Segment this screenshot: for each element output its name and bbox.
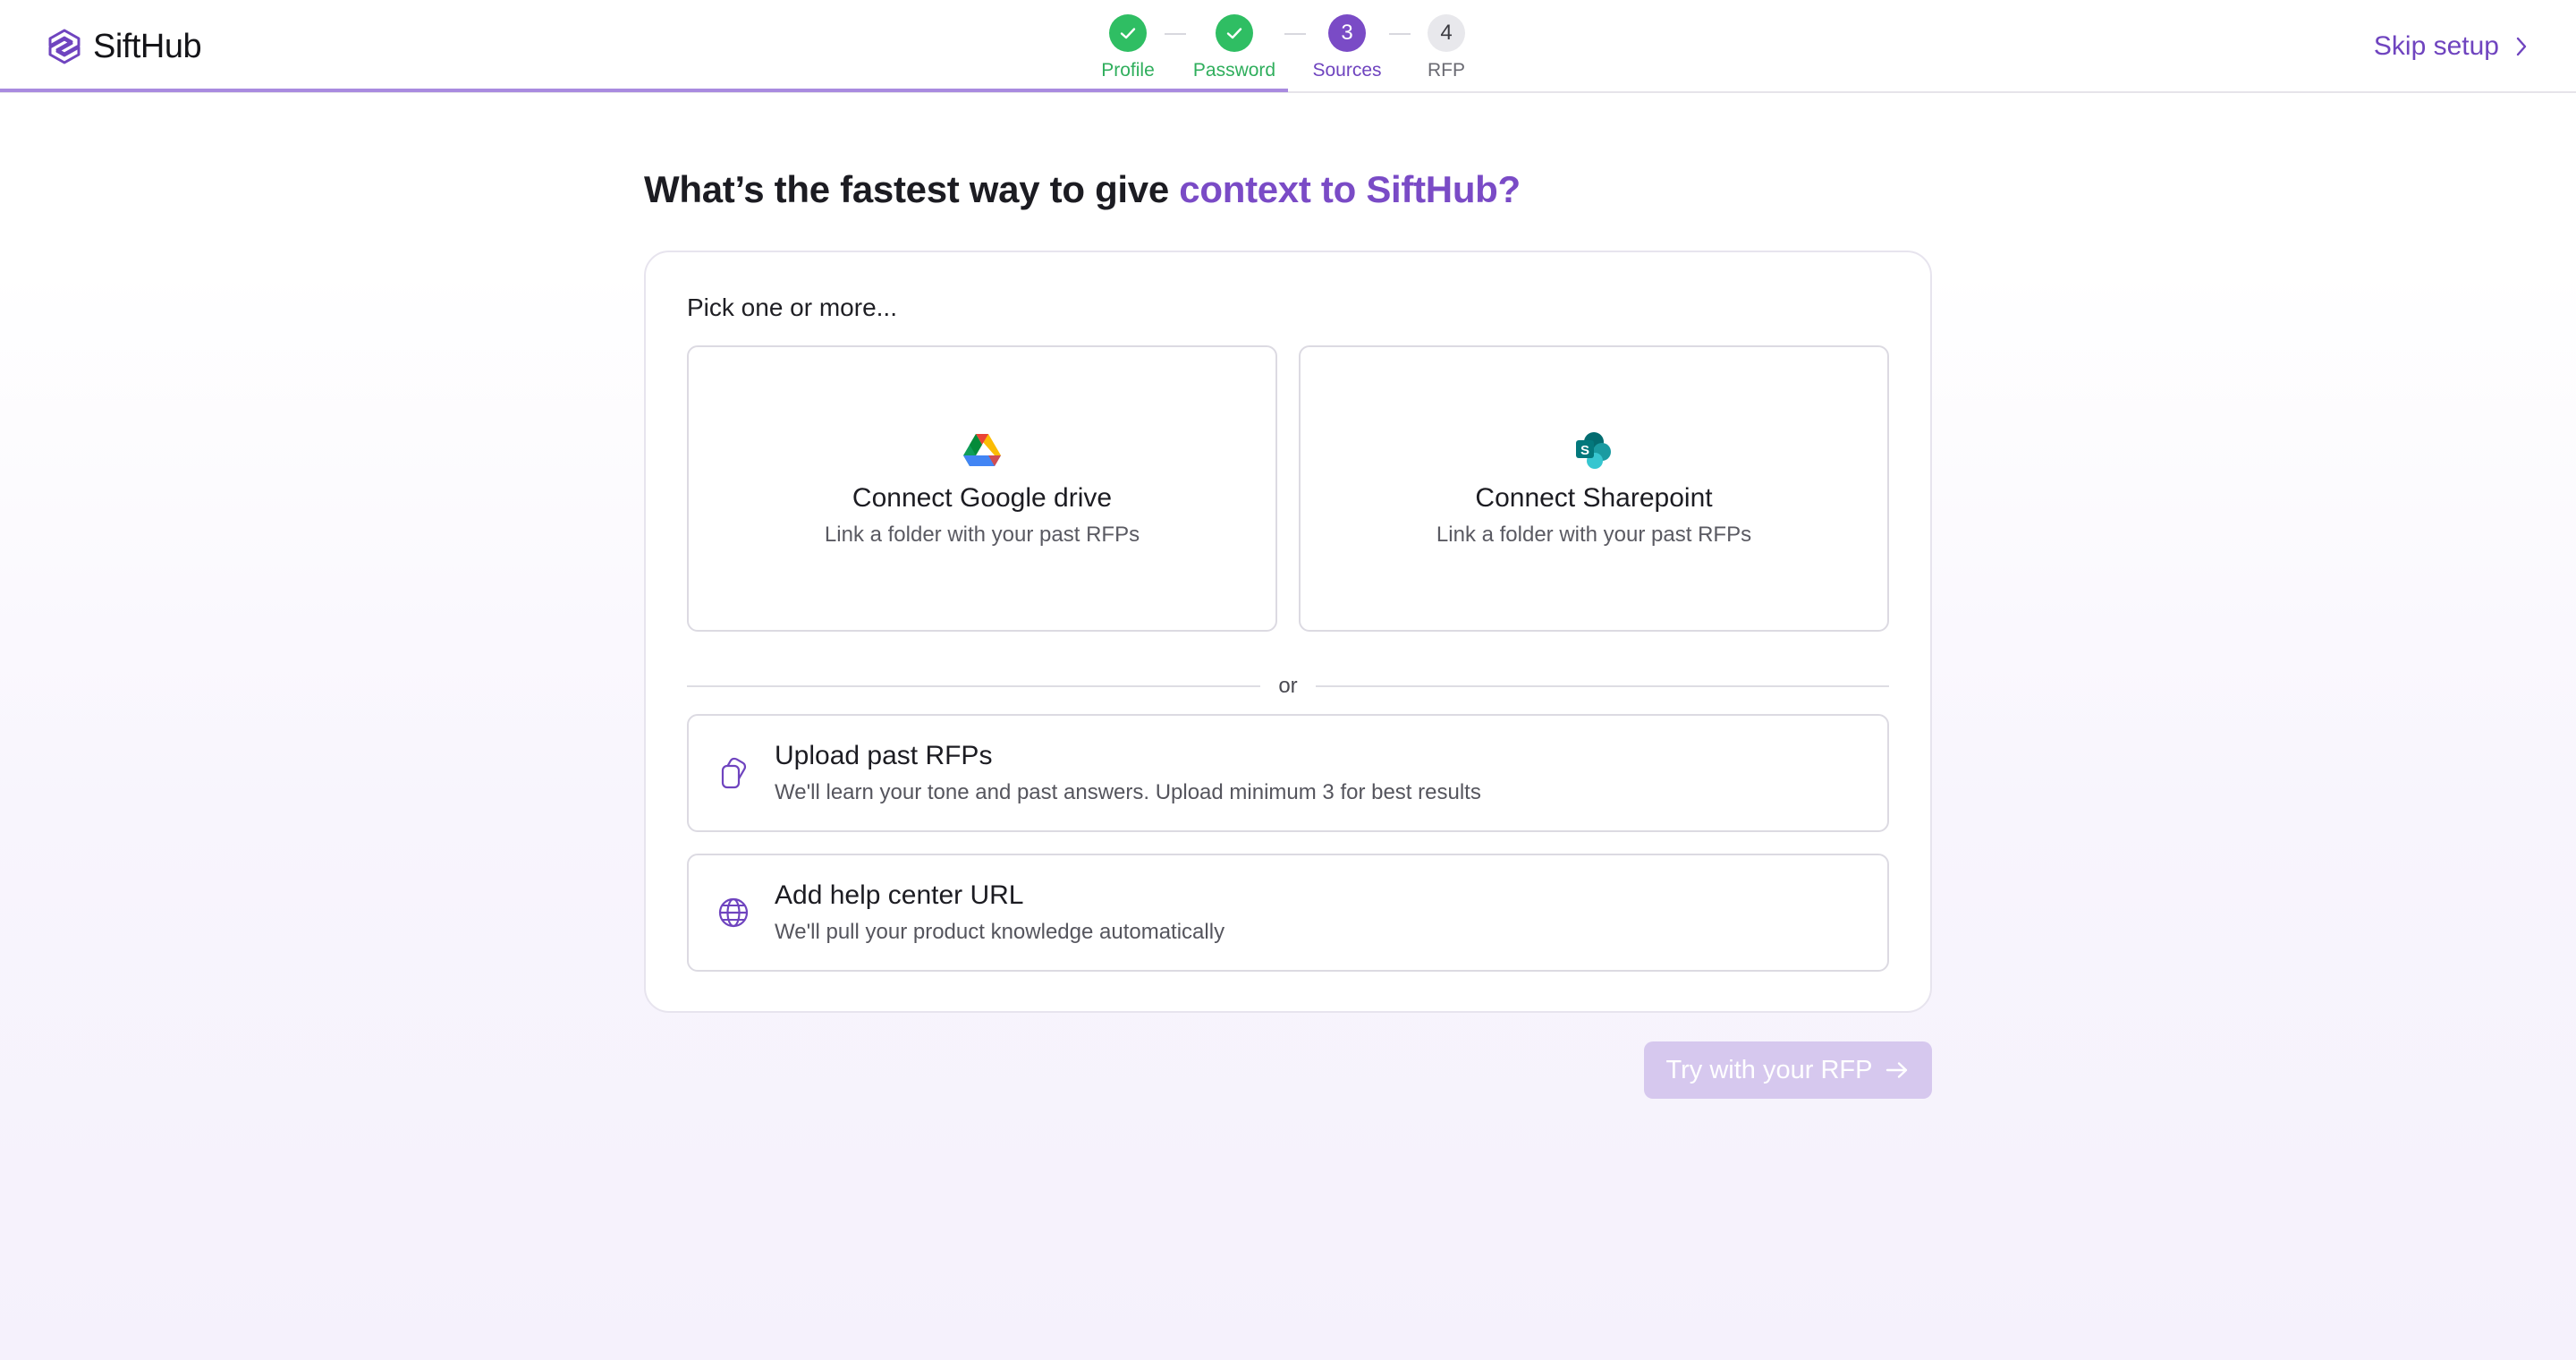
add-help-center-url-option[interactable]: Add help center URL We'll pull your prod… [687,854,1889,972]
step-password[interactable]: Password [1172,14,1297,81]
divider-line [1315,685,1889,687]
step-sources-number: 3 [1328,14,1366,52]
or-label: or [1278,674,1298,698]
skip-setup-button[interactable]: Skip setup [2374,27,2531,66]
page-title-accent: context to SiftHub? [1179,168,1521,210]
chevron-right-icon [2516,37,2527,56]
sharepoint-icon: S [1576,432,1611,469]
connect-sharepoint-tile[interactable]: S Connect Sharepoint Link a folder with … [1299,345,1889,632]
step-sources-label: Sources [1312,60,1382,81]
option-title: Add help center URL [775,880,1024,910]
tile-title: Connect Sharepoint [1475,483,1713,513]
tile-subtitle: Link a folder with your past RFPs [1436,523,1752,547]
check-icon [1226,28,1242,39]
check-icon [1120,28,1136,39]
step-password-check [1216,14,1253,52]
onboarding-stepper: Profile Password 3 Sources 4 RFP [0,0,2576,89]
tile-subtitle: Link a folder with your past RFPs [824,523,1140,547]
divider-line [687,685,1261,687]
step-rfp[interactable]: 4 RFP [1384,14,1509,81]
step-password-label: Password [1192,60,1276,81]
arrow-right-icon [1886,1062,1908,1078]
skip-setup-label: Skip setup [2373,31,2499,61]
step-rfp-number: 4 [1428,14,1465,52]
step-profile-label: Profile [1101,60,1155,81]
documents-icon [721,757,747,789]
try-with-your-rfp-button[interactable]: Try with your RFP [1644,1041,1932,1099]
option-title: Upload past RFPs [775,741,993,770]
globe-icon [718,897,749,928]
page-title-prefix: What’s the fastest way to give [644,168,1180,210]
option-subtitle: We'll pull your product knowledge automa… [775,920,1225,944]
tile-title: Connect Google drive [852,483,1113,513]
cta-label: Try with your RFP [1665,1055,1873,1084]
page-title: What’s the fastest way to give context t… [644,168,1521,211]
or-divider: or [687,673,1889,700]
top-header: SiftHub Profile Password 3 Sources 4 RFP… [0,0,2576,93]
option-subtitle: We'll learn your tone and past answers. … [775,780,1481,804]
google-drive-icon [963,434,1001,466]
header-progress-bar [0,89,1288,92]
upload-past-rfps-option[interactable]: Upload past RFPs We'll learn your tone a… [687,714,1889,832]
svg-text:S: S [1580,443,1589,458]
pick-label: Pick one or more... [687,293,897,321]
connect-google-drive-tile[interactable]: Connect Google drive Link a folder with … [687,345,1277,632]
step-profile-check [1109,14,1147,52]
step-rfp-label: RFP [1428,60,1465,81]
sources-card: Pick one or more... Connect Google drive… [644,251,1932,1013]
